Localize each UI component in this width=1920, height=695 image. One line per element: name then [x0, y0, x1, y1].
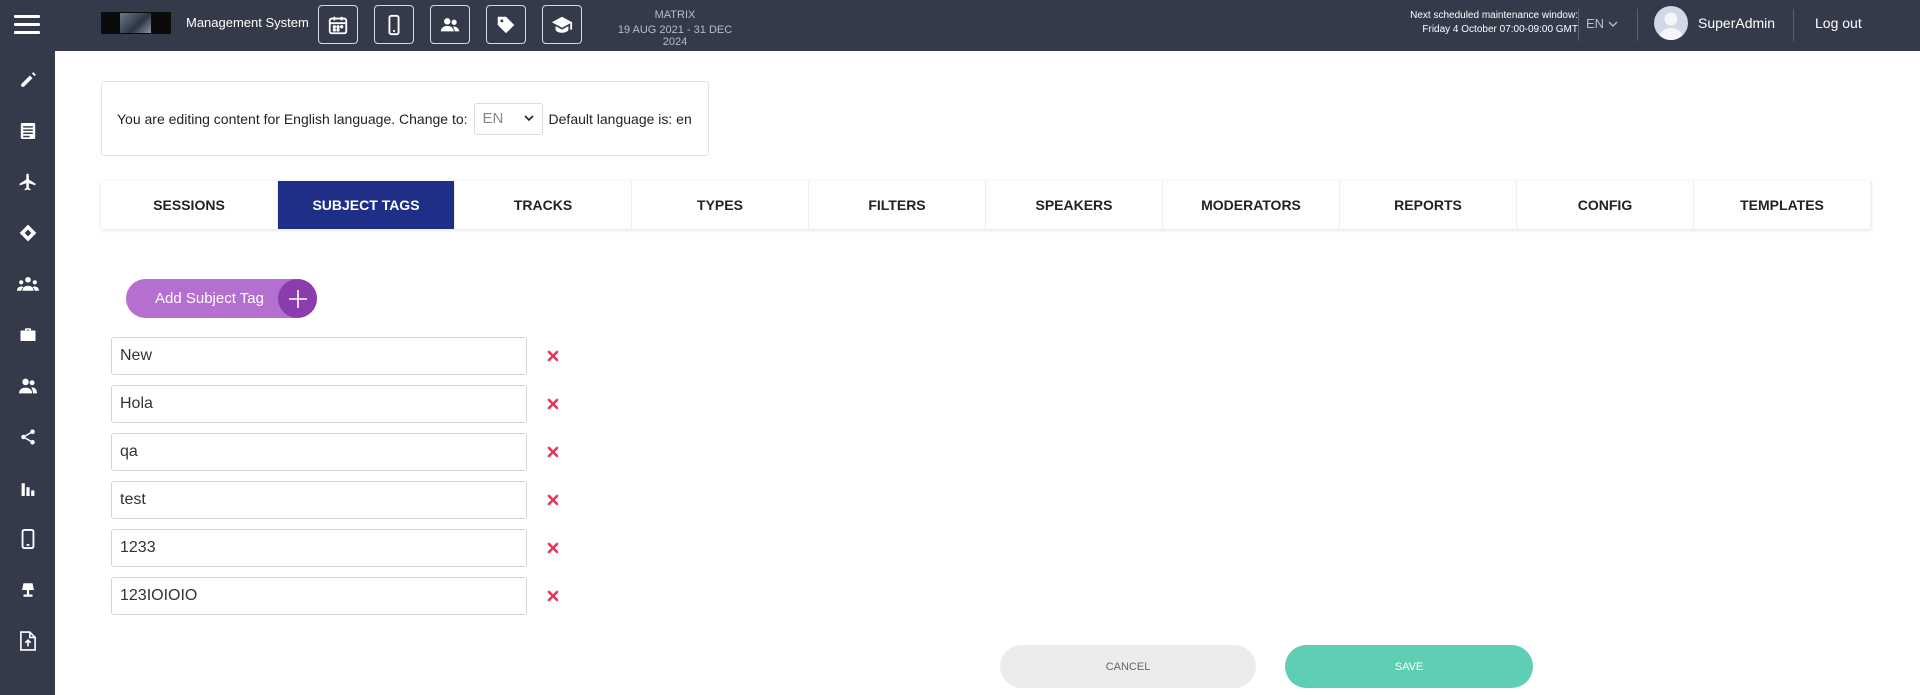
event-name: MATRIX [654, 9, 696, 21]
tab-types[interactable]: TYPES [632, 181, 809, 229]
logo [101, 12, 171, 34]
language-label: EN [1586, 16, 1605, 31]
logout-link[interactable]: Log out [1815, 15, 1862, 31]
language-notice: You are editing content for English lang… [101, 81, 709, 156]
delete-tag-icon[interactable] [545, 396, 561, 412]
share-icon[interactable] [17, 426, 39, 448]
calendar-icon[interactable] [318, 5, 358, 44]
list-icon[interactable] [17, 120, 39, 142]
tag-icon[interactable] [486, 5, 526, 44]
sidebar [0, 51, 55, 695]
delete-tag-icon[interactable] [545, 444, 561, 460]
airplane-icon[interactable] [17, 171, 39, 193]
subject-tag-input[interactable] [111, 385, 527, 423]
maintenance-notice-title: Next scheduled maintenance window: [1410, 10, 1578, 21]
cancel-button[interactable]: CANCEL [1000, 645, 1256, 688]
add-subject-tag-button[interactable]: Add Subject Tag [126, 279, 317, 318]
mobile-icon[interactable] [17, 528, 39, 550]
divider [1793, 9, 1794, 41]
top-bar: Management System MATRIX 19 AUG 2021 - 3… [0, 0, 1920, 51]
subject-tag-input[interactable] [111, 529, 527, 567]
language-select-value: EN [482, 110, 504, 127]
save-button[interactable]: SAVE [1285, 645, 1533, 688]
tab-bar: SESSIONS SUBJECT TAGS TRACKS TYPES FILTERS SP… [101, 181, 1871, 229]
menu-icon[interactable] [14, 15, 40, 35]
subject-tag-input[interactable] [111, 577, 527, 615]
lamp-icon[interactable] [17, 579, 39, 601]
language-notice-prefix: You are editing content for [117, 110, 284, 127]
language-notice-middle: language. Change to: [329, 110, 468, 127]
divider [1637, 9, 1638, 41]
delete-tag-icon[interactable] [545, 540, 561, 556]
divider [1578, 9, 1579, 41]
avatar[interactable] [1654, 6, 1688, 40]
tab-filters[interactable]: FILTERS [809, 181, 986, 229]
delete-tag-icon[interactable] [545, 348, 561, 364]
graduation-cap-icon[interactable] [542, 5, 582, 44]
add-subject-tag-label: Add Subject Tag [155, 290, 264, 307]
tab-subject-tags[interactable]: SUBJECT TAGS [278, 181, 455, 229]
event-dates: 19 AUG 2021 - 31 DEC 2024 [617, 24, 733, 48]
subject-tag-input[interactable] [111, 481, 527, 519]
tab-reports[interactable]: REPORTS [1340, 181, 1517, 229]
tab-templates[interactable]: TEMPLATES [1694, 181, 1871, 229]
default-language-text: Default language is: en [548, 110, 692, 127]
tab-speakers[interactable]: SPEAKERS [986, 181, 1163, 229]
subject-tag-input[interactable] [111, 337, 527, 375]
ticket-icon[interactable] [17, 222, 39, 244]
delete-tag-icon[interactable] [545, 588, 561, 604]
plus-icon [278, 279, 317, 318]
language-select[interactable]: EN [473, 102, 543, 135]
tab-tracks[interactable]: TRACKS [455, 181, 632, 229]
briefcase-icon[interactable] [17, 324, 39, 346]
upload-file-icon[interactable] [17, 630, 39, 652]
tab-moderators[interactable]: MODERATORS [1163, 181, 1340, 229]
app-title: Management System [186, 15, 309, 30]
language-selector[interactable]: EN [1586, 16, 1618, 31]
chevron-down-icon [523, 115, 534, 122]
language-name: English [283, 110, 330, 127]
maintenance-notice-time: Friday 4 October 07:00-09:00 GMT [1422, 24, 1578, 35]
pencil-icon[interactable] [17, 69, 39, 91]
tab-sessions[interactable]: SESSIONS [101, 181, 278, 229]
chevron-down-icon [1608, 21, 1618, 27]
username[interactable]: SuperAdmin [1698, 15, 1775, 31]
groups-icon[interactable] [17, 273, 39, 295]
delete-tag-icon[interactable] [545, 492, 561, 508]
people-icon[interactable] [430, 5, 470, 44]
bar-chart-icon[interactable] [17, 477, 39, 499]
users-icon[interactable] [17, 375, 39, 397]
mobile-icon[interactable] [374, 5, 414, 44]
subject-tag-input[interactable] [111, 433, 527, 471]
tab-config[interactable]: CONFIG [1517, 181, 1694, 229]
